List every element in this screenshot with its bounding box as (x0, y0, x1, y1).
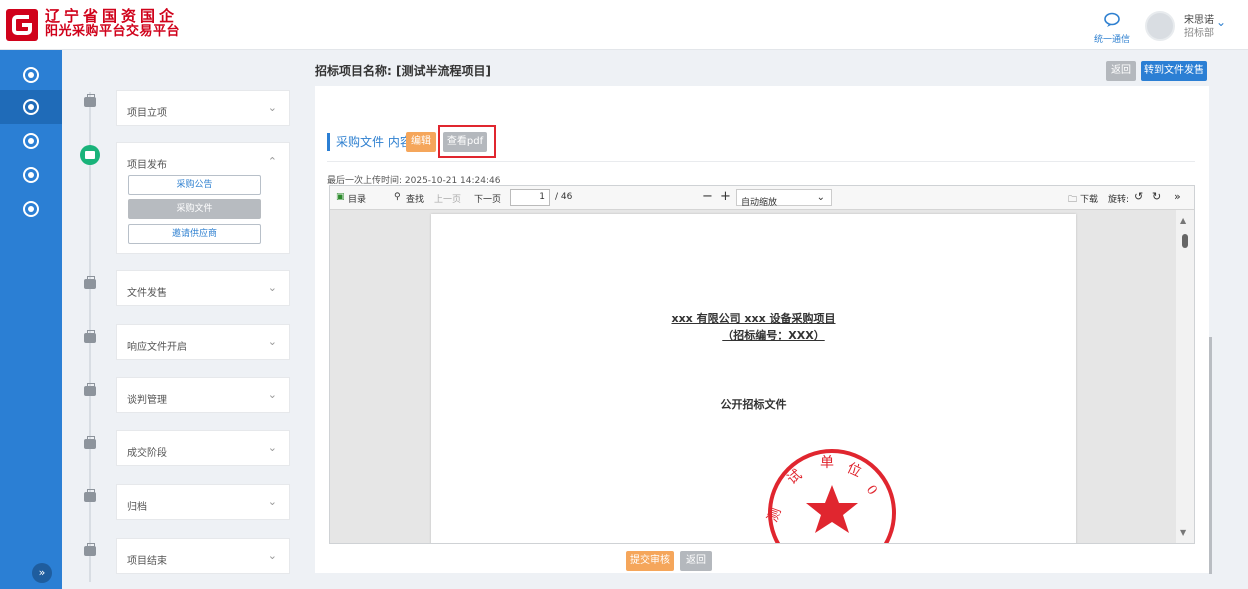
substep-invite-suppliers[interactable]: 邀请供应商 (128, 224, 261, 244)
top-bar: 辽宁省国资国企 阳光采购平台交易平台 统一通信 宋思诺 招标部 ⌄ (0, 0, 1248, 50)
step-response-opening[interactable]: 响应文件开启 ⌄ (116, 324, 290, 360)
zoom-out-button[interactable]: − (702, 189, 713, 204)
brand-line1: 辽宁省国资国企 (45, 7, 179, 25)
chevron-down-icon: ⌄ (267, 549, 277, 562)
more-tools-icon[interactable]: » (1174, 190, 1181, 203)
step-file-sale[interactable]: 文件发售 ⌄ (116, 270, 290, 306)
logo-icon (6, 9, 38, 41)
chat-icon (1104, 12, 1120, 27)
step-deal[interactable]: 成交阶段 ⌄ (116, 430, 290, 466)
messages-button[interactable]: 统一通信 (1094, 12, 1130, 45)
search-icon[interactable]: ⚲ (394, 192, 401, 202)
zoom-select[interactable]: 自动缩放 ⌄ (736, 189, 832, 208)
next-page-button[interactable]: 下一页 (474, 192, 501, 205)
briefcase-icon (84, 436, 96, 449)
chevron-down-icon: ⌄ (267, 335, 277, 348)
user-dept: 招标部 (1184, 28, 1214, 39)
doc-project-line: xxx 有限公司 xxx 设备采购项目 (671, 312, 836, 325)
substep-procurement-file[interactable]: 采购文件 (128, 199, 261, 219)
briefcase-icon (84, 489, 96, 502)
page-number-input[interactable]: 1 (510, 189, 550, 206)
chevron-down-icon: ⌄ (267, 281, 277, 294)
rail-home-icon[interactable] (23, 67, 39, 83)
svg-text:位: 位 (844, 460, 863, 480)
step-label: 项目发布 (127, 160, 167, 171)
edit-button[interactable]: 编辑 (406, 132, 436, 152)
step-label: 成交阶段 (127, 448, 167, 459)
section-title: 采购文件 内容 (327, 133, 412, 151)
company-seal: 试 单 位 0 测 (765, 449, 896, 543)
step-label: 文件发售 (127, 288, 167, 299)
step-label: 项目结束 (127, 556, 167, 567)
user-name: 宋思诺 (1184, 15, 1214, 26)
doc-title: 公开招标文件 (720, 398, 787, 411)
step-label: 响应文件开启 (127, 342, 187, 353)
chevron-down-icon: ⌄ (267, 495, 277, 508)
svg-text:单: 单 (820, 455, 834, 471)
icon-rail: » (0, 50, 62, 589)
chevron-down-icon: ⌄ (816, 192, 825, 203)
step-project-setup[interactable]: 项目立项 ⌄ (116, 90, 290, 126)
pdf-scrollbar[interactable]: ▲ ▼ (1176, 210, 1194, 543)
step-label: 项目立项 (127, 108, 167, 119)
find-button[interactable]: 查找 (406, 192, 424, 205)
step-label: 谈判管理 (127, 395, 167, 406)
scrollbar-thumb[interactable] (1182, 234, 1188, 248)
user-menu[interactable]: 宋思诺 招标部 (1184, 14, 1214, 40)
prev-page-button[interactable]: 上一页 (434, 192, 461, 205)
rotate-right-icon[interactable]: ↻ (1152, 190, 1161, 203)
expand-icon[interactable]: » (32, 563, 52, 583)
scroll-up-icon[interactable]: ▲ (1180, 216, 1186, 225)
briefcase-icon (84, 94, 96, 107)
messages-label: 统一通信 (1094, 35, 1131, 45)
highlight-box (438, 125, 496, 158)
briefcase-icon (84, 543, 96, 556)
toc-button[interactable]: 目录 (348, 192, 366, 205)
briefcase-icon (84, 276, 96, 289)
toc-icon[interactable]: ▣ (336, 192, 345, 202)
chevron-down-icon[interactable]: ⌄ (1216, 15, 1226, 29)
doc-tender-number-text: （招标编号：XXX） (722, 329, 825, 342)
active-step-icon (80, 145, 100, 165)
pdf-toolbar: ▣ 目录 ⚲ 查找 上一页 下一页 1 / 46 − + 自动缩放 ⌄ 🗀 下载… (330, 186, 1194, 210)
pdf-viewer: ▣ 目录 ⚲ 查找 上一页 下一页 1 / 46 − + 自动缩放 ⌄ 🗀 下载… (329, 185, 1195, 544)
doc-tender-number: （招标编号：XXX） (431, 327, 1076, 343)
footer-back-button[interactable]: 返回 (680, 551, 712, 571)
step-label: 归档 (127, 502, 147, 513)
svg-text:测: 测 (765, 506, 785, 525)
rail-project-icon[interactable] (23, 99, 39, 115)
submit-review-button[interactable]: 提交审核 (626, 551, 674, 571)
rail-record-icon[interactable] (23, 167, 39, 183)
svg-text:0: 0 (863, 483, 880, 498)
chevron-up-icon: ⌃ (267, 155, 277, 168)
zoom-in-button[interactable]: + (720, 189, 731, 204)
total-pages: / 46 (555, 192, 573, 202)
transfer-to-sale-button[interactable]: 转到文件发售 (1141, 61, 1207, 81)
rail-settings-icon[interactable] (23, 201, 39, 217)
chevron-down-icon: ⌄ (267, 101, 277, 114)
download-icon[interactable]: 🗀 (1068, 192, 1077, 208)
back-button[interactable]: 返回 (1106, 61, 1136, 81)
zoom-value: 自动缩放 (741, 198, 778, 208)
chevron-down-icon: ⌄ (267, 388, 277, 401)
page-title: 招标项目名称: [测试半流程项目] (315, 64, 491, 78)
step-archive[interactable]: 归档 ⌄ (116, 484, 290, 520)
step-negotiation[interactable]: 谈判管理 ⌄ (116, 377, 290, 413)
briefcase-icon (84, 383, 96, 396)
download-button[interactable]: 下载 (1080, 192, 1098, 205)
rotate-label: 旋转: (1108, 195, 1130, 205)
pdf-page: xxx 有限公司 xxx 设备采购项目 （招标编号：XXX） 公开招标文件 试 … (431, 214, 1076, 543)
chevron-down-icon: ⌄ (267, 441, 277, 454)
scroll-down-icon[interactable]: ▼ (1180, 528, 1186, 537)
avatar[interactable] (1145, 11, 1175, 41)
rail-module-icon[interactable] (23, 133, 39, 149)
step-project-end[interactable]: 项目结束 ⌄ (116, 538, 290, 574)
page-scrollbar[interactable] (1209, 337, 1212, 574)
rotate-left-icon[interactable]: ↺ (1134, 190, 1143, 203)
substep-announcement[interactable]: 采购公告 (128, 175, 261, 195)
brand-line2: 阳光采购平台交易平台 (45, 24, 181, 39)
brand-name: 辽宁省国资国企 阳光采购平台交易平台 (45, 8, 180, 40)
divider (327, 161, 1195, 162)
briefcase-icon (84, 330, 96, 343)
